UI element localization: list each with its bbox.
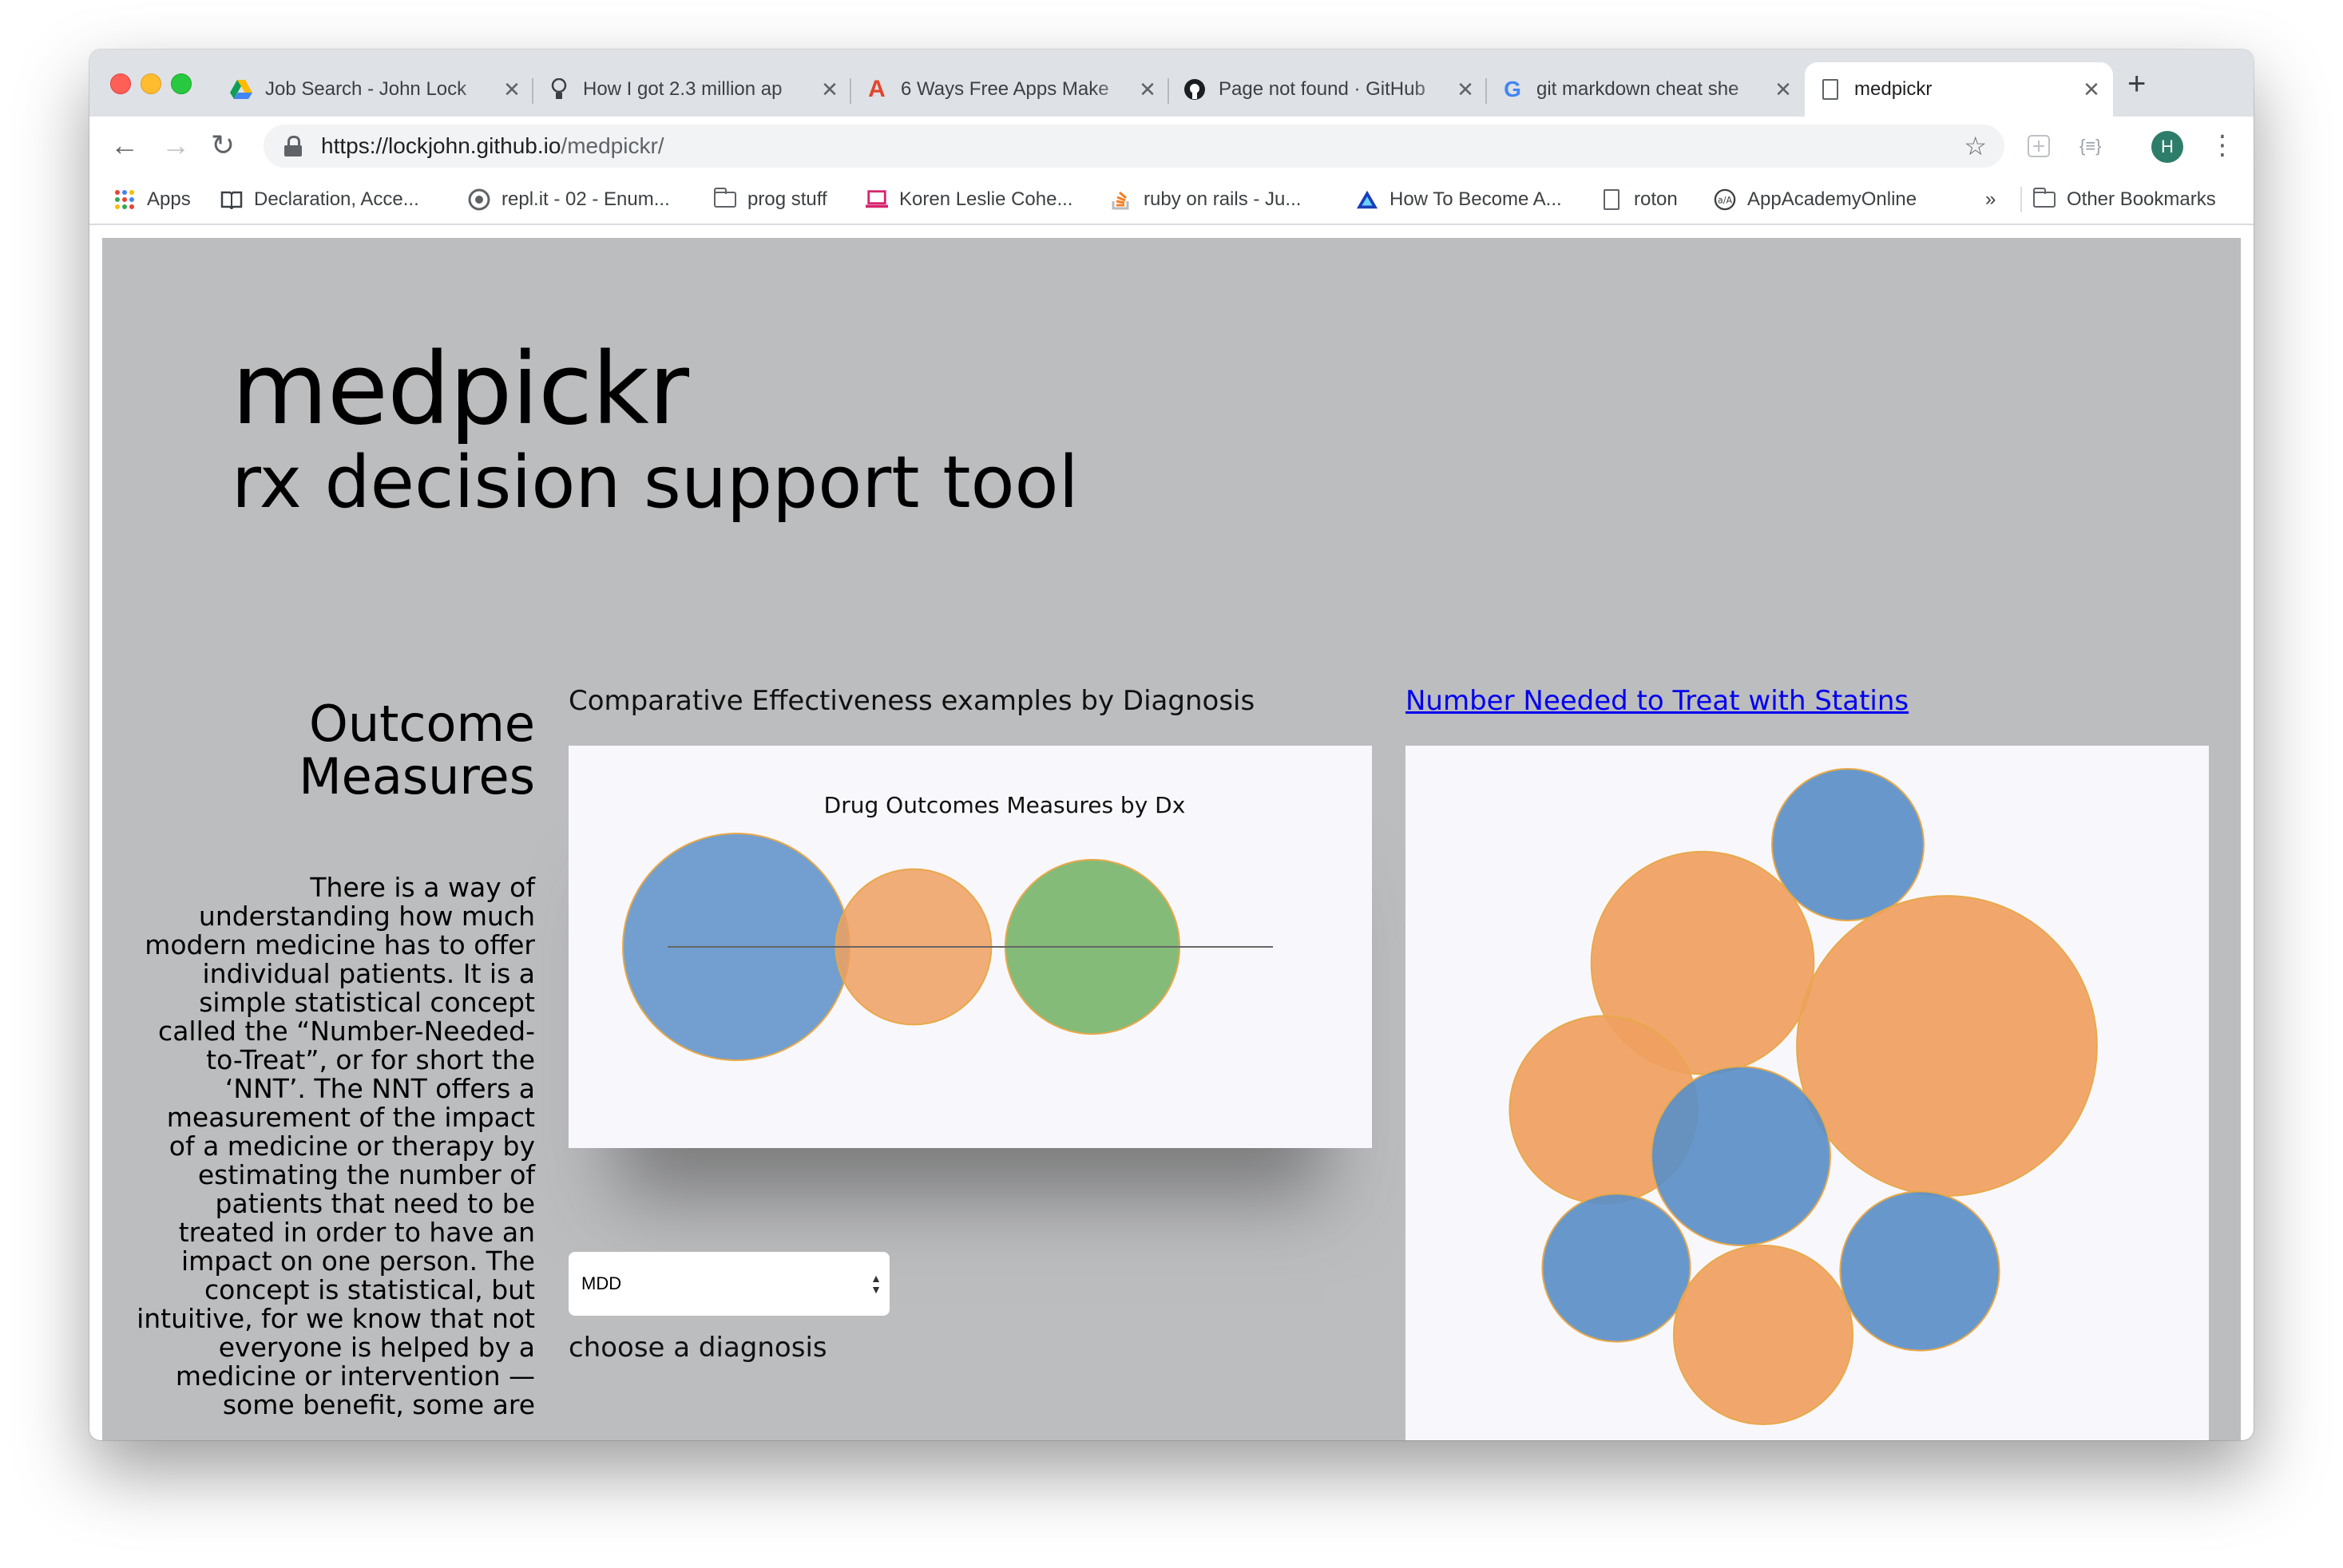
tab-medpickr[interactable]: medpickr ✕ xyxy=(1805,62,2113,117)
tab-title: 6 Ways Free Apps Make xyxy=(901,78,1109,100)
folder-icon xyxy=(2032,188,2056,211)
toolbar: ← → ↻ https://lockjohn.github.io/medpick… xyxy=(89,117,2254,176)
tab-title: Job Search - John Lock xyxy=(265,78,467,100)
tab-6-ways[interactable]: A 6 Ways Free Apps Make ✕ xyxy=(851,62,1169,117)
diagnosis-select[interactable]: MDD ▲ ▼ xyxy=(569,1252,890,1316)
bookmark-ruby-on-rails[interactable]: ruby on rails - Ju... xyxy=(1110,185,1301,214)
drug-outcomes-svg: Drug Outcomes Measures by Dx xyxy=(622,792,1273,1061)
stackoverflow-icon xyxy=(1110,188,1132,211)
tab-strip: Job Search - John Lock ✕ How I got 2.3 m… xyxy=(89,49,2254,117)
close-window-button[interactable] xyxy=(110,73,131,94)
bookmark-how-to-become[interactable]: How To Become A... xyxy=(1356,185,1562,214)
document-icon xyxy=(1819,78,1841,101)
bookmark-label: Declaration, Acce... xyxy=(254,188,419,210)
statins-nnt-link[interactable]: Number Needed to Treat with Statins xyxy=(1405,685,1909,717)
tab-markdown[interactable]: G git markdown cheat she ✕ xyxy=(1487,62,1805,117)
close-icon[interactable]: ✕ xyxy=(2079,77,2103,102)
bookmarks-overflow-chevron-icon[interactable]: » xyxy=(1985,185,1996,214)
bookmark-other[interactable]: Other Bookmarks xyxy=(2032,185,2216,214)
tab-title: Page not found · GitHub xyxy=(1219,78,1425,100)
forward-arrow-icon[interactable]: → xyxy=(161,129,190,161)
apps-grid-icon xyxy=(113,188,136,211)
chart-title: Drug Outcomes Measures by Dx xyxy=(824,792,1186,818)
tab-title: How I got 2.3 million ap xyxy=(583,78,783,100)
bookmark-label: Koren Leslie Cohe... xyxy=(899,188,1073,210)
bookmark-label: How To Become A... xyxy=(1390,188,1562,210)
folder-icon xyxy=(713,188,736,211)
new-tab-button[interactable]: + xyxy=(2127,68,2146,100)
extension-icon[interactable] xyxy=(2027,134,2051,163)
tab-title: medpickr xyxy=(1854,78,1933,100)
diagnosis-caption: choose a diagnosis xyxy=(569,1332,827,1364)
page-subtitle: rx decision support tool xyxy=(232,441,1079,525)
bookmark-label: repl.it - 02 - Enum... xyxy=(502,188,670,210)
close-icon[interactable]: ✕ xyxy=(1771,77,1795,102)
statin-bubble[interactable] xyxy=(1839,1190,2000,1352)
diagnosis-select-value: MDD xyxy=(581,1273,622,1293)
nnt-description: There is a way of understanding how much… xyxy=(137,872,535,1420)
bookmark-label: Other Bookmarks xyxy=(2067,188,2216,210)
bookmarks-bar: Apps Declaration, Acce... repl.it - 02 -… xyxy=(89,176,2254,225)
statins-bubble-chart xyxy=(1405,746,2209,1440)
replit-icon xyxy=(468,188,490,211)
statin-bubble[interactable] xyxy=(1541,1193,1691,1343)
appacademy-icon: a/A xyxy=(1714,188,1736,211)
reload-icon[interactable]: ↻ xyxy=(211,129,235,161)
chart-heading: Comparative Effectiveness examples by Di… xyxy=(569,685,1255,717)
bookmark-replit[interactable]: repl.it - 02 - Enum... xyxy=(468,185,670,214)
profile-avatar[interactable]: H xyxy=(2151,131,2183,163)
book-icon xyxy=(220,188,243,211)
bookmark-prog-stuff[interactable]: prog stuff xyxy=(713,185,827,214)
tab-github[interactable]: Page not found · GitHub ✕ xyxy=(1169,62,1487,117)
bookmark-roton[interactable]: roton xyxy=(1600,185,1678,214)
statins-bubble-svg xyxy=(1508,768,2098,1426)
svg-text:a/A: a/A xyxy=(1718,196,1733,206)
menu-kebab-icon[interactable]: ⋮ xyxy=(2209,128,2236,163)
bookmark-label: Apps xyxy=(147,188,191,210)
url-path: /medpickr/ xyxy=(561,133,664,158)
json-formatter-icon[interactable]: {≡} xyxy=(2079,136,2102,156)
bookmark-koren[interactable]: Koren Leslie Cohe... xyxy=(866,185,1072,214)
statin-bubble[interactable] xyxy=(1650,1065,1832,1247)
zoom-window-button[interactable] xyxy=(171,73,192,94)
address-bar[interactable]: https://lockjohn.github.io/medpickr/ ☆ xyxy=(264,125,2004,168)
close-icon[interactable]: ✕ xyxy=(1453,77,1477,102)
tab-2-3-million[interactable]: How I got 2.3 million ap ✕ xyxy=(533,62,851,117)
github-icon xyxy=(1183,78,1206,101)
bookmark-label: roton xyxy=(1634,188,1678,210)
lock-icon[interactable] xyxy=(284,136,302,156)
browser-window: Job Search - John Lock ✕ How I got 2.3 m… xyxy=(89,49,2254,1440)
laptop-icon xyxy=(866,188,888,211)
close-icon[interactable]: ✕ xyxy=(500,77,524,102)
bookmark-apps[interactable]: Apps xyxy=(113,185,191,214)
select-arrows-icon: ▲ ▼ xyxy=(870,1272,882,1296)
bookmark-divider xyxy=(2020,187,2022,212)
back-arrow-icon[interactable]: ← xyxy=(110,129,139,161)
lightbulb-icon xyxy=(548,78,570,101)
bookmark-label: ruby on rails - Ju... xyxy=(1144,188,1302,210)
outcome-measures-heading: Outcome Measures xyxy=(299,695,535,806)
tab-title: git markdown cheat she xyxy=(1536,78,1739,100)
close-icon[interactable]: ✕ xyxy=(1136,77,1160,102)
close-icon[interactable]: ✕ xyxy=(818,77,842,102)
url-host: https://lockjohn.github.io xyxy=(321,133,561,158)
letter-a-icon: A xyxy=(868,76,886,102)
drug-outcomes-chart: Drug Outcomes Measures by Dx xyxy=(569,746,1372,1148)
google-icon: G xyxy=(1504,77,1521,101)
bookmark-label: prog stuff xyxy=(747,188,827,210)
triangle-icon xyxy=(1356,188,1378,211)
statin-bubble[interactable] xyxy=(1672,1244,1854,1426)
tab-job-search[interactable]: Job Search - John Lock ✕ xyxy=(216,62,533,117)
statin-bubble[interactable] xyxy=(1796,895,2098,1197)
page-viewport: medpickr rx decision support tool Outcom… xyxy=(102,238,2241,1440)
minimize-window-button[interactable] xyxy=(141,73,161,94)
bookmark-appacademy[interactable]: a/A AppAcademyOnline xyxy=(1714,185,1917,214)
google-drive-icon xyxy=(230,78,252,101)
document-icon xyxy=(1600,188,1623,211)
page-title: medpickr xyxy=(232,332,689,447)
bookmark-star-icon[interactable]: ☆ xyxy=(1964,131,1987,161)
statin-bubble[interactable] xyxy=(1771,768,1925,921)
bookmark-declaration[interactable]: Declaration, Acce... xyxy=(220,185,419,214)
bookmark-label: AppAcademyOnline xyxy=(1747,188,1917,210)
